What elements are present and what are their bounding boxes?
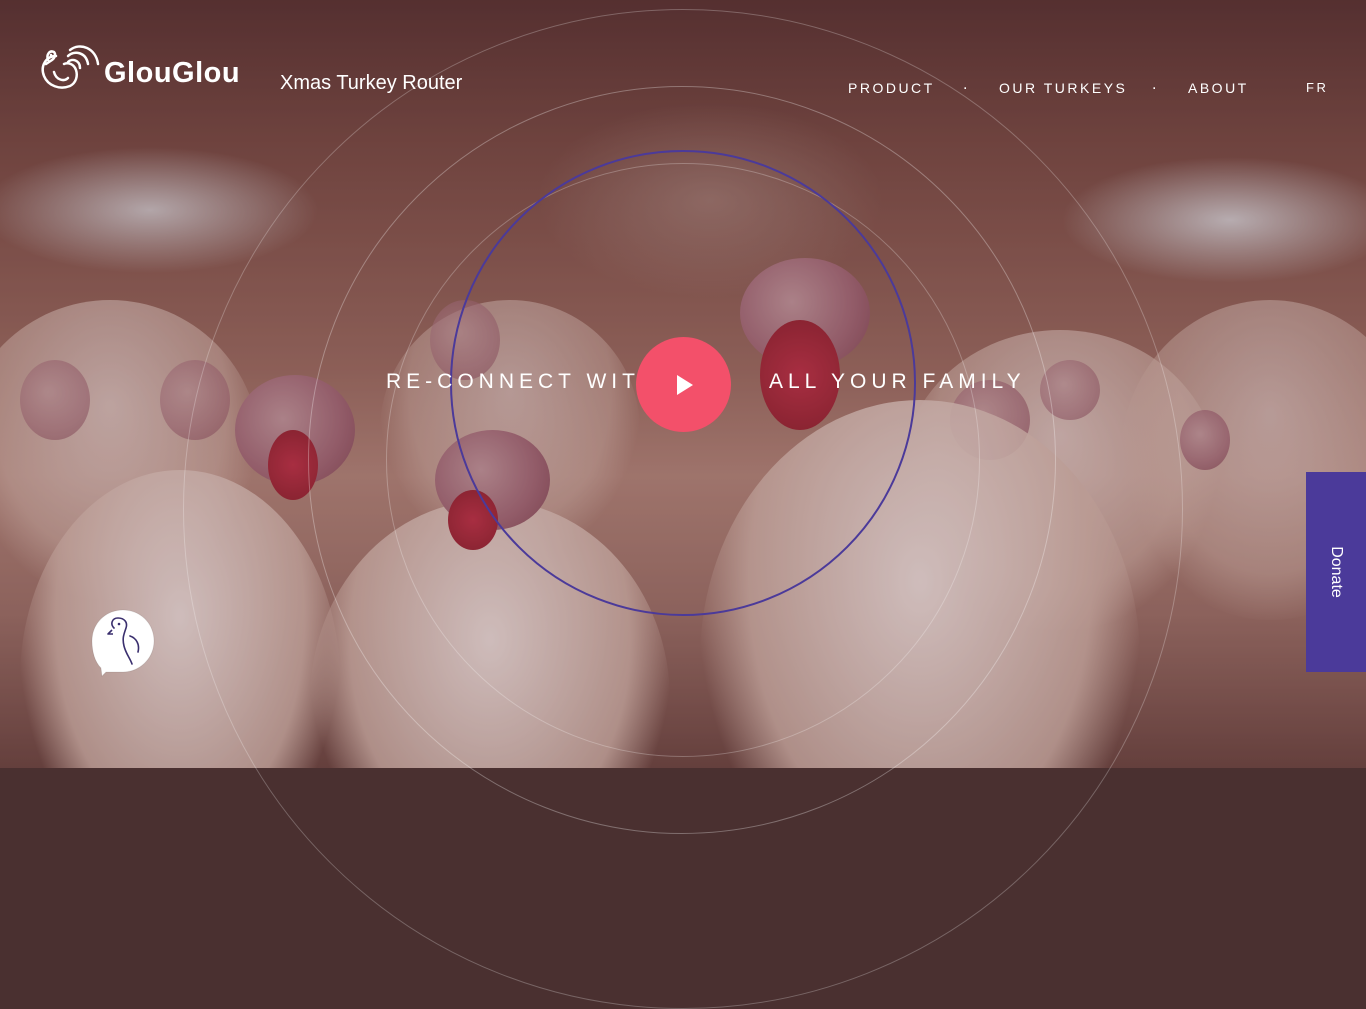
play-icon	[676, 374, 693, 395]
donate-label: Donate	[1328, 546, 1345, 598]
nav-our-turkeys[interactable]: OUR TURKEYS	[999, 80, 1127, 96]
nav-about[interactable]: ABOUT	[1188, 80, 1249, 96]
hero-text-right: ALL YOUR FAMILY	[769, 370, 1026, 393]
hero-text-left: RE-CONNECT WITH	[386, 370, 661, 393]
language-switch[interactable]: FR	[1306, 80, 1328, 95]
brand-tagline: Xmas Turkey Router	[280, 72, 463, 94]
play-video-button[interactable]	[636, 337, 731, 432]
nav-separator: .	[963, 76, 968, 93]
chat-widget-button[interactable]	[90, 608, 156, 678]
brand-name: GlouGlou	[104, 56, 241, 89]
turkey-logo-icon	[41, 45, 100, 89]
nav-product[interactable]: PRODUCT	[848, 80, 935, 96]
turkey-chat-icon	[91, 609, 155, 678]
nav-separator: .	[1152, 76, 1157, 93]
donate-button[interactable]: Donate	[1306, 472, 1366, 672]
brand-logo[interactable]: GlouGlou	[38, 42, 240, 94]
